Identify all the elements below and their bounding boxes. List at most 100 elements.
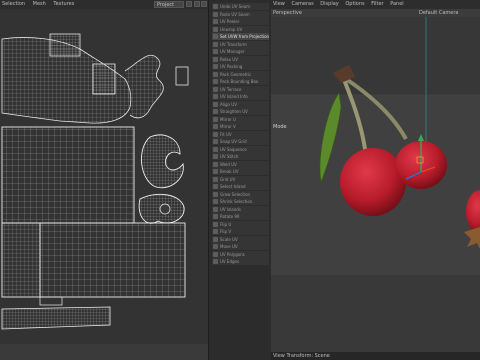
menu-selection[interactable]: Selection [2,1,25,7]
command-label: UV Polygons [220,251,245,257]
command-item[interactable]: Select Island [212,183,269,190]
uv-island-rect-a[interactable] [49,33,81,57]
command-item[interactable]: UV Islands [212,205,269,213]
command-item[interactable]: Relax UV [212,55,269,63]
command-icon [213,184,218,189]
command-label: Pack Bounding Box [220,79,259,84]
command-icon [213,79,218,84]
command-item[interactable]: Mirror V [212,123,269,130]
command-icon [213,116,218,122]
command-item[interactable]: Shrink Selection [212,198,269,205]
command-item[interactable]: UV Sequence [212,145,269,153]
command-item[interactable]: UV Terrace [212,85,269,93]
uv-island-lower-a[interactable] [1,222,41,298]
command-icon [213,41,218,47]
status-text: View Transform: Scene [273,353,330,359]
uv-island-main[interactable] [1,126,135,224]
command-label: Flip V [220,229,232,234]
command-item[interactable]: UV Manager [212,48,269,55]
command-icon [213,26,218,32]
command-icon [213,71,218,77]
command-item[interactable]: Flip U [212,220,269,228]
command-item[interactable]: UV Island Info [212,93,269,100]
command-item[interactable]: Flip V [212,228,269,235]
command-label: Pack Geometric [220,71,252,77]
command-item[interactable]: Undo UV Seam [212,3,269,10]
menu-display[interactable]: Display [320,1,338,7]
menu-mesh[interactable]: Mesh [33,1,46,7]
command-icon [213,19,218,24]
menu-textures[interactable]: Textures [53,1,74,7]
command-item[interactable]: Move UV [212,243,269,250]
command-label: UV Islands [220,206,241,212]
command-icon [213,169,218,174]
command-label: UV Edges [220,259,240,264]
command-label: Grid UV [220,176,236,182]
command-label: Flip U [220,221,232,227]
command-item[interactable]: Grid UV [212,175,269,183]
command-label: Snap UV Grid [220,139,247,144]
uv-island-lower-b[interactable] [39,222,186,298]
uv-island-rect-b[interactable] [92,63,116,95]
command-icon [213,64,218,69]
command-item[interactable]: Align UV [212,100,269,108]
command-item[interactable]: Rotate 90 [212,213,269,220]
command-label: Redo UV Seam [220,11,250,17]
menu-options[interactable]: Options [345,1,364,7]
command-icon [213,11,218,17]
menu-filter[interactable]: Filter [371,1,383,7]
maximize-icon[interactable] [201,1,207,7]
command-item[interactable]: UV Packing [212,63,269,70]
command-label: Fit UV [220,131,232,137]
command-icon [213,259,218,264]
command-item[interactable]: Pack Geometric [212,70,269,78]
command-icon [213,101,218,107]
viewport-status: View Transform: Scene [271,352,480,360]
menu-panel[interactable]: Panel [390,1,404,7]
command-item[interactable]: Redo UV Seam [212,10,269,18]
lock-icon[interactable] [194,1,200,7]
command-item[interactable]: Grow Selection [212,190,269,198]
uv-island-stem[interactable] [1,306,111,330]
command-item[interactable]: Snap UV Grid [212,138,269,145]
command-icon [213,221,218,227]
menu-view[interactable]: View [273,1,285,7]
command-item[interactable]: Pack Bounding Box [212,78,269,85]
command-label: Shrink Selection [220,199,253,204]
command-item[interactable]: Mirror U [212,115,269,123]
command-icon [213,4,218,9]
command-label: Rotate 90 [220,214,240,219]
command-item[interactable]: UV Peeler [212,18,269,25]
command-item[interactable]: Straighten UV [212,108,269,115]
command-label: UV Peeler [220,19,240,24]
command-icon [213,199,218,204]
command-item[interactable]: Unwrap UV [212,25,269,33]
command-item[interactable]: UV Edges [212,258,269,265]
uv-canvas[interactable] [0,9,208,360]
viewport-canvas[interactable] [271,17,480,352]
command-icon [213,139,218,144]
command-item[interactable]: Weld UV [212,160,269,168]
command-item[interactable]: Set UVW from Projection [212,33,269,40]
command-item[interactable]: UV Polygons [212,250,269,258]
command-icon [213,56,218,62]
mode-label[interactable]: Mode [273,124,287,130]
command-item[interactable]: Scale UV [212,235,269,243]
viewport-menubar: View Cameras Display Options Filter Pane… [271,0,480,9]
command-label: UV Sequence [220,146,247,152]
command-label: UV Island Info [220,94,248,99]
command-item[interactable]: UV Transform [212,40,269,48]
command-label: Set UVW from Projection [220,34,269,39]
command-item[interactable]: Fit UV [212,130,269,138]
command-label: UV Packing [220,64,243,69]
menu-cameras[interactable]: Cameras [291,1,313,7]
command-label: Relax UV [220,56,238,62]
camera-label[interactable]: Default Camera [419,9,458,17]
grid-icon[interactable] [186,1,192,7]
command-item[interactable]: UV Stitch [212,153,269,160]
command-label: Scale UV [220,236,238,242]
command-item[interactable]: Break UV [212,168,269,175]
command-label: Grow Selection [220,191,251,197]
projection-dropdown[interactable]: Project [154,1,184,8]
command-icon [213,176,218,182]
